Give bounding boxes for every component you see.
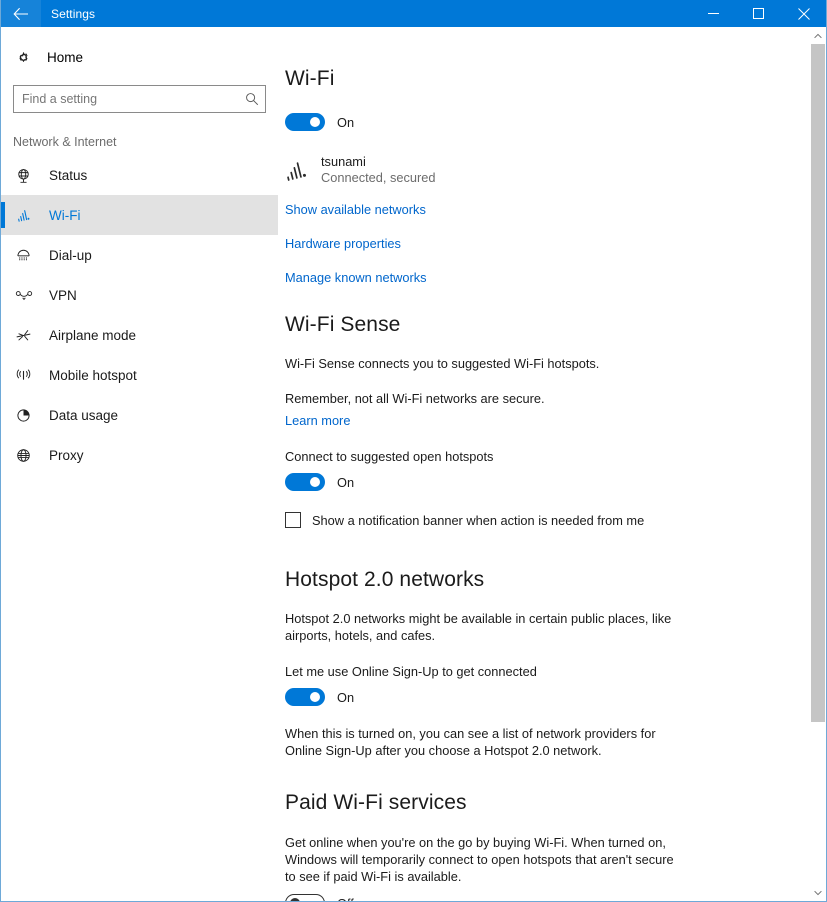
connected-network-row[interactable]: tsunami Connected, secured — [285, 154, 685, 186]
show-available-networks-link[interactable]: Show available networks — [285, 202, 426, 217]
sidebar-item-label: VPN — [49, 287, 77, 303]
sidebar-item-label: Dial-up — [49, 247, 92, 263]
sidebar-item-proxy[interactable]: Proxy — [1, 435, 278, 475]
sidebar-item-label: Data usage — [49, 407, 119, 423]
wifi-toggle-label: On — [337, 114, 355, 130]
wifi-toggle-row: On — [285, 113, 685, 131]
maximize-icon — [753, 8, 764, 19]
network-text: tsunami Connected, secured — [315, 154, 436, 186]
sidebar-item-status[interactable]: Status — [1, 155, 278, 195]
search-box[interactable] — [13, 85, 266, 113]
globe-status-icon — [15, 167, 43, 184]
toggle-knob — [310, 117, 320, 127]
toggle-knob — [290, 898, 300, 901]
hardware-properties-link[interactable]: Hardware properties — [285, 236, 401, 251]
settings-window: Settings Home Find a setting Network & I… — [0, 0, 827, 902]
hotspot-20-toggle-row: On — [285, 688, 685, 706]
sidebar-item-mobile-hotspot[interactable]: Mobile hotspot — [1, 355, 278, 395]
close-button[interactable] — [781, 0, 826, 27]
sidebar-item-wi-fi[interactable]: Wi-Fi — [1, 195, 278, 235]
hotspot-20-toggle[interactable] — [285, 688, 325, 706]
hotspot-20-title: Hotspot 2.0 networks — [285, 568, 485, 591]
search-input[interactable] — [14, 86, 265, 112]
search-container — [1, 75, 278, 113]
manage-known-networks-link[interactable]: Manage known networks — [285, 270, 427, 285]
page-title: Wi-Fi — [285, 67, 335, 90]
sidebar-item-label: Status — [49, 167, 88, 183]
paid-wifi-toggle-row: Off — [285, 894, 685, 901]
scroll-down-button[interactable] — [810, 884, 826, 901]
notification-banner-checkbox-row[interactable]: Show a notification banner when action i… — [285, 512, 685, 528]
minimize-button[interactable] — [691, 0, 736, 27]
wifi-icon — [15, 207, 43, 224]
paid-wifi-toggle[interactable] — [285, 894, 325, 901]
learn-more-link[interactable]: Learn more — [285, 413, 350, 428]
search-icon[interactable] — [245, 92, 259, 106]
content-scrollbar[interactable] — [810, 27, 826, 901]
gear-icon — [15, 49, 41, 66]
sidebar-item-data-usage[interactable]: Data usage — [1, 395, 278, 435]
paid-wifi-title: Paid Wi-Fi services — [285, 791, 467, 814]
sidebar-item-label: Mobile hotspot — [49, 367, 137, 383]
wifi-signal-icon — [285, 158, 315, 182]
network-name: tsunami — [321, 154, 366, 169]
sidebar-item-vpn[interactable]: VPN — [1, 275, 278, 315]
toggle-knob — [310, 477, 320, 487]
title-bar: Settings — [1, 0, 826, 27]
scrollbar-thumb[interactable] — [811, 44, 825, 722]
sidebar-home-label: Home — [47, 49, 84, 65]
sidebar: Home Network & Internet — [1, 27, 278, 901]
minimize-icon — [708, 13, 719, 14]
wifi-toggle[interactable] — [285, 113, 325, 131]
pie-chart-icon — [15, 407, 43, 424]
wifi-sense-setting-label: Connect to suggested open hotspots — [285, 449, 494, 464]
hotspot-20-setting-label: Let me use Online Sign-Up to get connect… — [285, 664, 537, 679]
sidebar-item-label: Airplane mode — [49, 327, 137, 343]
back-arrow-icon — [13, 7, 28, 20]
hotspot-20-description: Hotspot 2.0 networks might be available … — [285, 611, 672, 643]
window-title: Settings — [51, 6, 96, 21]
globe-icon — [15, 447, 43, 464]
scrollbar-track[interactable] — [810, 44, 826, 884]
close-icon — [797, 7, 810, 20]
paid-wifi-toggle-label: Off — [325, 896, 354, 902]
paid-wifi-description: Get online when you're on the go by buyi… — [285, 835, 674, 884]
chevron-up-icon — [814, 33, 822, 38]
sidebar-item-label: Proxy — [49, 447, 84, 463]
settings-content: Wi-Fi On tsunami Connected, secured Show… — [278, 27, 826, 901]
wifi-sense-description-1: Wi-Fi Sense connects you to suggested Wi… — [285, 356, 600, 371]
hotspot-20-toggle-label: On — [337, 689, 355, 705]
mobile-hotspot-icon — [15, 367, 43, 384]
wifi-sense-description-2: Remember, not all Wi-Fi networks are sec… — [285, 391, 545, 406]
notification-banner-label: Show a notification banner when action i… — [312, 512, 645, 528]
wifi-sense-toggle-label: On — [337, 474, 355, 490]
sidebar-item-home[interactable]: Home — [1, 39, 278, 75]
notification-banner-checkbox[interactable] — [285, 512, 301, 528]
back-button[interactable] — [1, 0, 41, 27]
scroll-up-button[interactable] — [810, 27, 826, 44]
network-status: Connected, secured — [321, 170, 436, 185]
sidebar-item-label: Wi-Fi — [49, 207, 81, 223]
wifi-sense-title: Wi-Fi Sense — [285, 313, 401, 336]
window-body: Home Network & Internet — [1, 27, 826, 901]
airplane-icon — [15, 327, 43, 344]
toggle-knob — [310, 692, 320, 702]
chevron-down-icon — [814, 890, 822, 895]
hotspot-20-footnote: When this is turned on, you can see a li… — [285, 726, 656, 758]
wifi-sense-toggle[interactable] — [285, 473, 325, 491]
sidebar-category-label: Network & Internet — [13, 135, 117, 149]
maximize-button[interactable] — [736, 0, 781, 27]
window-controls — [691, 0, 826, 27]
vpn-icon — [15, 287, 43, 303]
content-inner: Wi-Fi On tsunami Connected, secured Show… — [285, 67, 685, 901]
sidebar-item-dial-up[interactable]: Dial-up — [1, 235, 278, 275]
sidebar-item-airplane-mode[interactable]: Airplane mode — [1, 315, 278, 355]
wifi-sense-toggle-row: On — [285, 473, 685, 491]
dialup-icon — [15, 247, 43, 264]
